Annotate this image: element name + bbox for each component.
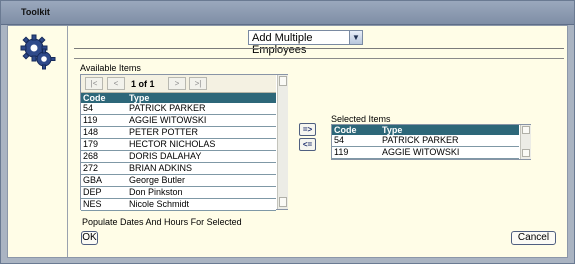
divider: [74, 58, 564, 59]
available-items-grid: |< < 1 of 1 > >| Code Type 54 PATRICK PAR…: [80, 74, 288, 211]
table-row[interactable]: 54 PATRICK PARKER: [81, 103, 276, 115]
scrollbar-bottom-arrow[interactable]: [522, 149, 530, 157]
cell-type: Don Pinkston: [129, 187, 183, 197]
mode-select-value: Add Multiple Employees: [252, 32, 313, 56]
cell-code: 119: [83, 115, 98, 125]
grid-header: Code Type: [81, 93, 276, 103]
last-page-button[interactable]: >|: [189, 77, 207, 90]
populate-label: Populate Dates And Hours For Selected: [82, 217, 242, 227]
cell-code: 148: [83, 127, 99, 137]
page-info: 1 of 1: [131, 79, 155, 89]
gears-icon: [20, 34, 56, 70]
cell-code: 272: [83, 163, 99, 173]
main-content: Add Multiple Employees ▼ Available Items…: [68, 26, 567, 257]
scrollbar[interactable]: [520, 125, 531, 159]
cell-type: Nicole Schmidt: [129, 199, 190, 209]
table-row[interactable]: NES Nicole Schmidt: [81, 199, 276, 211]
remove-selected-button[interactable]: <=: [299, 138, 316, 151]
scrollbar[interactable]: [277, 75, 288, 209]
cancel-button[interactable]: Cancel: [511, 231, 556, 245]
cell-code: 54: [334, 135, 345, 145]
column-header-code: Code: [334, 125, 357, 135]
cell-type: PATRICK PARKER: [382, 135, 459, 145]
table-row[interactable]: 148 PETER POTTER: [81, 127, 276, 139]
prev-page-button[interactable]: <: [107, 77, 125, 90]
available-items-label: Available Items: [80, 63, 141, 73]
column-header-type: Type: [129, 93, 150, 103]
cell-code: 54: [83, 103, 94, 113]
cell-type: PATRICK PARKER: [129, 103, 206, 113]
table-row[interactable]: 119 AGGIE WITOWSKI: [81, 115, 276, 127]
grid-header: Code Type: [332, 125, 519, 135]
next-page-button[interactable]: >: [168, 77, 186, 90]
add-selected-button[interactable]: =>: [299, 123, 316, 136]
table-row[interactable]: 54 PATRICK PARKER: [332, 135, 519, 147]
ok-button[interactable]: OK: [81, 231, 98, 245]
cell-type: PETER POTTER: [129, 127, 199, 137]
table-row[interactable]: GBA George Butler: [81, 175, 276, 187]
first-page-button[interactable]: |<: [85, 77, 103, 90]
scrollbar-thumb[interactable]: [522, 126, 530, 134]
mode-select[interactable]: Add Multiple Employees ▼: [248, 30, 363, 56]
cell-type: AGGIE WITOWSKI: [382, 147, 460, 157]
scrollbar-bottom-arrow[interactable]: [279, 197, 287, 207]
chevron-down-icon[interactable]: ▼: [349, 31, 362, 44]
cell-type: HECTOR NICHOLAS: [129, 139, 216, 149]
divider: [74, 48, 564, 49]
table-row[interactable]: 179 HECTOR NICHOLAS: [81, 139, 276, 151]
cell-code: 179: [83, 139, 99, 149]
dialog-body: Add Multiple Employees ▼ Available Items…: [7, 25, 568, 258]
table-row[interactable]: DEP Don Pinkston: [81, 187, 276, 199]
scrollbar-thumb[interactable]: [279, 76, 287, 86]
cell-code: DEP: [83, 187, 102, 197]
title-bar: Toolkit: [1, 1, 574, 25]
selected-items-grid: Code Type 54 PATRICK PARKER 119 AGGIE WITOW…: [331, 124, 531, 160]
cell-code: NES: [83, 199, 102, 209]
column-header-type: Type: [382, 125, 403, 135]
column-header-code: Code: [83, 93, 106, 103]
selected-items-label: Selected Items: [331, 114, 391, 124]
window-title: Toolkit: [21, 7, 50, 17]
cell-type: DORIS DALAHAY: [129, 151, 202, 161]
icon-pane: [8, 26, 68, 257]
table-row[interactable]: 272 BRIAN ADKINS: [81, 163, 276, 175]
cell-code: 268: [83, 151, 99, 161]
toolkit-window: Toolkit Add Multiple Employees ▼ Availab…: [0, 0, 575, 264]
cell-type: AGGIE WITOWSKI: [129, 115, 207, 125]
cell-code: 119: [334, 147, 349, 157]
grid-pager: |< < 1 of 1 > >|: [81, 75, 276, 93]
cell-type: BRIAN ADKINS: [129, 163, 193, 173]
table-row[interactable]: 119 AGGIE WITOWSKI: [332, 147, 519, 159]
cell-type: George Butler: [129, 175, 186, 185]
cell-code: GBA: [83, 175, 103, 185]
table-row[interactable]: 268 DORIS DALAHAY: [81, 151, 276, 163]
